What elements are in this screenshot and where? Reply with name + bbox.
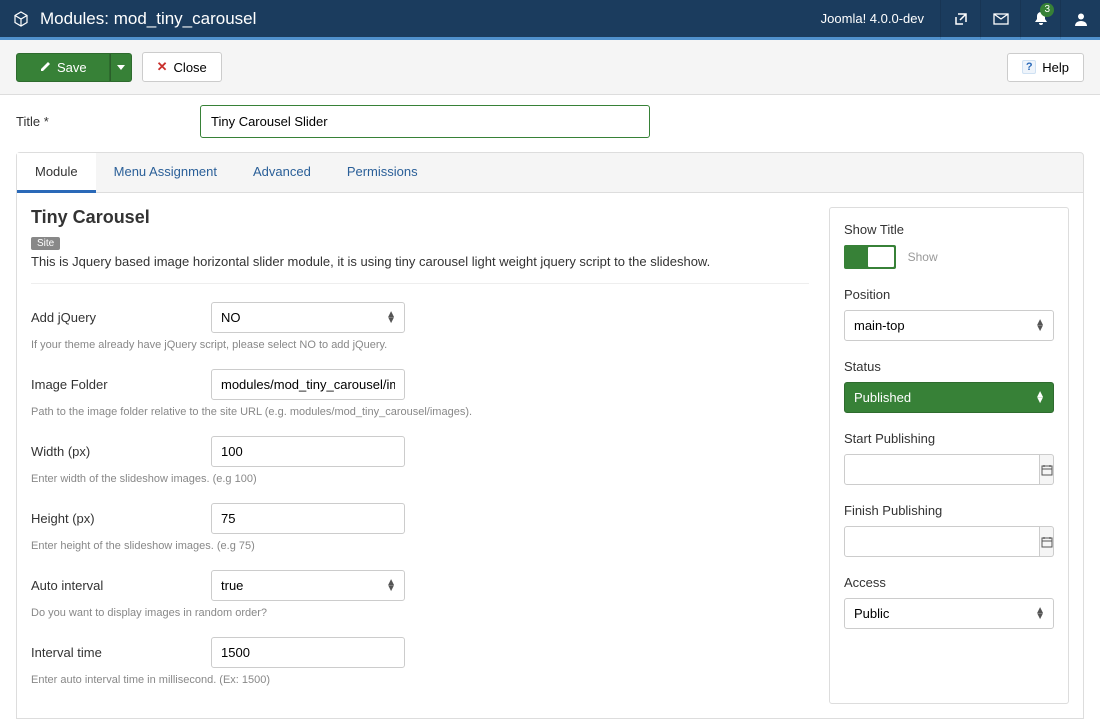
input-start-pub[interactable] xyxy=(844,454,1040,485)
group-start-pub: Start Publishing xyxy=(844,431,1054,485)
user-button[interactable] xyxy=(1060,0,1100,39)
title-row: Title * xyxy=(16,105,1084,138)
toggle-handle xyxy=(868,247,894,267)
hint-auto-interval: Do you want to display images in random … xyxy=(31,607,809,619)
hint-image-folder: Path to the image folder relative to the… xyxy=(31,406,809,418)
tab-advanced[interactable]: Advanced xyxy=(235,153,329,192)
label-height: Height (px) xyxy=(31,511,211,526)
label-status: Status xyxy=(844,359,1054,374)
module-description: This is Jquery based image horizontal sl… xyxy=(31,254,809,284)
group-status: Status Published ▲▼ xyxy=(844,359,1054,413)
toggle-show-title[interactable] xyxy=(844,245,896,269)
row-image-folder: Image Folder xyxy=(31,369,809,400)
toggle-text: Show xyxy=(908,250,938,264)
row-height: Height (px) xyxy=(31,503,809,534)
select-position[interactable]: main-top xyxy=(844,310,1054,341)
row-auto-interval: Auto interval true ▲▼ xyxy=(31,570,809,601)
input-image-folder[interactable] xyxy=(211,369,405,400)
select-access[interactable]: Public xyxy=(844,598,1054,629)
select-auto-interval[interactable]: true xyxy=(211,570,405,601)
group-position: Position main-top ▲▼ xyxy=(844,287,1054,341)
input-interval-time[interactable] xyxy=(211,637,405,668)
label-show-title: Show Title xyxy=(844,222,1054,237)
help-button[interactable]: ? Help xyxy=(1007,53,1084,82)
title-label: Title * xyxy=(16,114,200,129)
caret-down-icon xyxy=(117,65,125,70)
label-width: Width (px) xyxy=(31,444,211,459)
help-label: Help xyxy=(1042,60,1069,75)
notifications-button[interactable]: 3 xyxy=(1020,0,1060,39)
row-interval-time: Interval time xyxy=(31,637,809,668)
input-finish-pub[interactable] xyxy=(844,526,1040,557)
label-position: Position xyxy=(844,287,1054,302)
row-width: Width (px) xyxy=(31,436,809,467)
notify-badge: 3 xyxy=(1040,3,1054,17)
toolbar: Save ✕ Close ? Help xyxy=(0,40,1100,95)
version-text: Joomla! 4.0.0-dev xyxy=(805,11,940,26)
pencil-icon xyxy=(39,61,51,73)
side-column: Show Title Show Position main-top ▲▼ Sta… xyxy=(829,207,1069,704)
topbar: Modules: mod_tiny_carousel Joomla! 4.0.0… xyxy=(0,0,1100,40)
help-icon: ? xyxy=(1022,60,1036,74)
tab-menu-assignment[interactable]: Menu Assignment xyxy=(96,153,235,192)
module-heading: Tiny Carousel xyxy=(31,207,809,228)
hint-height: Enter height of the slideshow images. (e… xyxy=(31,540,809,552)
label-finish-pub: Finish Publishing xyxy=(844,503,1054,518)
save-button[interactable]: Save xyxy=(16,53,110,82)
label-interval-time: Interval time xyxy=(31,645,211,660)
group-finish-pub: Finish Publishing xyxy=(844,503,1054,557)
title-input[interactable] xyxy=(200,105,650,138)
tab-body: Tiny Carousel Site This is Jquery based … xyxy=(16,193,1084,719)
hint-width: Enter width of the slideshow images. (e.… xyxy=(31,473,809,485)
site-badge: Site xyxy=(31,237,60,250)
group-show-title: Show Title Show xyxy=(844,222,1054,269)
external-link-button[interactable] xyxy=(940,0,980,39)
save-label: Save xyxy=(57,60,87,75)
label-auto-interval: Auto interval xyxy=(31,578,211,593)
page-title: Modules: mod_tiny_carousel xyxy=(40,9,805,29)
input-width[interactable] xyxy=(211,436,405,467)
tab-module[interactable]: Module xyxy=(17,153,96,193)
select-add-jquery[interactable]: NO xyxy=(211,302,405,333)
label-access: Access xyxy=(844,575,1054,590)
label-add-jquery: Add jQuery xyxy=(31,310,211,325)
tab-permissions[interactable]: Permissions xyxy=(329,153,436,192)
group-access: Access Public ▲▼ xyxy=(844,575,1054,629)
save-button-group: Save xyxy=(16,53,132,82)
topbar-right: Joomla! 4.0.0-dev 3 xyxy=(805,0,1100,37)
save-dropdown-button[interactable] xyxy=(110,53,132,82)
select-status[interactable]: Published xyxy=(844,382,1054,413)
close-button[interactable]: ✕ Close xyxy=(142,52,222,82)
main-column: Tiny Carousel Site This is Jquery based … xyxy=(31,207,809,704)
row-add-jquery: Add jQuery NO ▲▼ xyxy=(31,302,809,333)
content-area: Title * Module Menu Assignment Advanced … xyxy=(0,95,1100,719)
calendar-icon xyxy=(1041,536,1053,548)
tabs: Module Menu Assignment Advanced Permissi… xyxy=(16,152,1084,193)
hint-interval-time: Enter auto interval time in millisecond.… xyxy=(31,674,809,686)
calendar-button-start[interactable] xyxy=(1040,454,1054,485)
messages-button[interactable] xyxy=(980,0,1020,39)
input-height[interactable] xyxy=(211,503,405,534)
calendar-icon xyxy=(1041,464,1053,476)
calendar-button-finish[interactable] xyxy=(1040,526,1054,557)
hint-add-jquery: If your theme already have jQuery script… xyxy=(31,339,809,351)
cube-icon xyxy=(12,10,30,28)
close-icon: ✕ xyxy=(157,59,168,75)
label-start-pub: Start Publishing xyxy=(844,431,1054,446)
label-image-folder: Image Folder xyxy=(31,377,211,392)
close-label: Close xyxy=(174,60,207,75)
